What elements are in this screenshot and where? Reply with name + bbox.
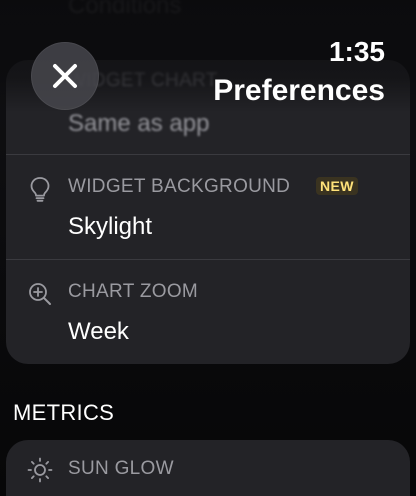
setting-label: CHART ZOOM <box>68 281 199 302</box>
metric-label: SUN GLOW <box>68 458 174 479</box>
metrics-card: SUN GLOW <box>6 440 410 496</box>
page-title: Preferences <box>213 74 385 107</box>
clock-time: 1:35 <box>328 36 385 67</box>
setting-value: Same as app <box>68 110 210 137</box>
sun-icon <box>26 456 54 484</box>
metric-row-sun-glow[interactable]: SUN GLOW <box>6 440 410 496</box>
close-button[interactable] <box>31 42 99 110</box>
setting-value: Skylight <box>68 213 153 240</box>
setting-label: WIDGET BACKGROUND <box>68 176 291 197</box>
setting-row-chart-zoom[interactable]: CHART ZOOM Week <box>6 260 410 364</box>
lightbulb-icon <box>26 175 54 203</box>
close-icon <box>53 64 77 88</box>
new-badge: NEW <box>316 177 358 195</box>
scrolled-conditions-label: Conditions <box>68 0 182 19</box>
setting-row-widget-background[interactable]: WIDGET BACKGROUND NEW Skylight <box>6 155 410 259</box>
setting-value: Week <box>68 318 129 345</box>
watch-screen: Conditions WIDGET CHART Same as app WIDG… <box>0 0 416 496</box>
metrics-section-header: METRICS <box>13 400 115 425</box>
zoom-in-icon <box>26 280 54 308</box>
